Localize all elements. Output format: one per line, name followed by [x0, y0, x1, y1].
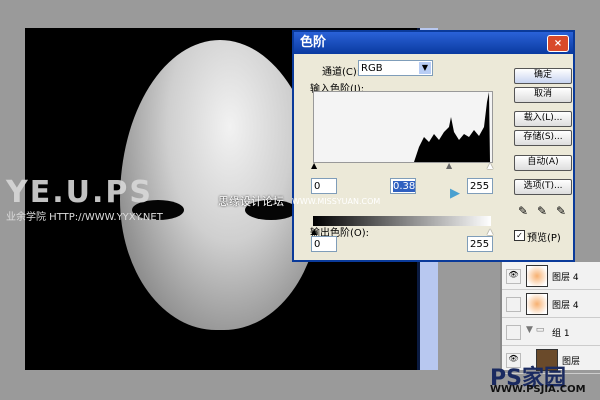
input-gamma-slider[interactable]: ▲: [446, 161, 452, 170]
input-gamma-value: 0.38: [393, 181, 416, 192]
folder-icon: ▼ ▭: [526, 325, 545, 335]
dialog-titlebar[interactable]: 色阶 ×: [294, 32, 573, 54]
channel-label: 通道(C):: [322, 67, 361, 78]
input-gamma-field[interactable]: 0.38: [390, 178, 416, 194]
black-eyedropper-icon[interactable]: ✎: [518, 204, 528, 218]
layer-name: 组 1: [552, 329, 570, 339]
eye-toggle-empty[interactable]: [506, 297, 521, 312]
chevron-down-icon: ▼: [419, 62, 431, 74]
yeups-watermark: YE.U.PS: [6, 175, 153, 210]
input-white-field[interactable]: 255: [467, 178, 493, 194]
psjia-url-watermark: WWW.PSJIA.COM: [490, 384, 586, 395]
white-eyedropper-icon[interactable]: ✎: [556, 204, 566, 218]
save-button[interactable]: 存储(S)...: [514, 130, 572, 146]
output-black-slider[interactable]: ▲: [311, 227, 317, 236]
histogram: [313, 91, 493, 163]
layer-name: 图层 4: [552, 273, 579, 283]
levels-dialog: 色阶 × 通道(C): RGB ▼ 输入色阶(I): ▲ ▲ ▲ 0 0.38 25…: [292, 30, 575, 262]
missyuan-cn-watermark: 思缘设计论坛: [218, 195, 284, 208]
channel-value: RGB: [361, 63, 383, 74]
histogram-graph: [414, 92, 490, 162]
layer-thumbnail: [526, 265, 548, 287]
layers-panel: 👁 图层 4 图层 4 ▼ ▭ 组 1 👁 图层: [500, 262, 600, 374]
preview-checkbox[interactable]: ✓: [514, 230, 525, 241]
output-white-field[interactable]: 255: [467, 236, 493, 252]
load-button[interactable]: 载入(L)...: [514, 111, 572, 127]
preview-label: 预览(P): [527, 233, 561, 244]
input-white-slider[interactable]: ▲: [487, 161, 493, 170]
output-black-field[interactable]: 0: [311, 236, 337, 252]
channel-select[interactable]: RGB ▼: [358, 60, 433, 76]
output-white-slider[interactable]: ▲: [487, 227, 493, 236]
cursor-icon: ▶: [450, 186, 460, 201]
yeups-sub-watermark: 业余学院 HTTP://WWW.YYXY.NET: [6, 212, 163, 223]
auto-button[interactable]: 自动(A): [514, 155, 572, 171]
layer-name: 图层 4: [552, 301, 579, 311]
layer-row[interactable]: 图层 4: [502, 290, 600, 318]
input-black-slider[interactable]: ▲: [311, 161, 317, 170]
eye-toggle-empty[interactable]: [506, 325, 521, 340]
layer-group-row[interactable]: ▼ ▭ 组 1: [502, 318, 600, 346]
gray-eyedropper-icon[interactable]: ✎: [537, 204, 547, 218]
options-button[interactable]: 选项(T)...: [514, 179, 572, 195]
input-black-field[interactable]: 0: [311, 178, 337, 194]
cancel-button[interactable]: 取消: [514, 87, 572, 103]
missyuan-url-watermark: WWW.MISSYUAN.COM: [292, 197, 381, 206]
ok-button[interactable]: 确定: [514, 68, 572, 84]
layer-row[interactable]: 👁 图层 4: [502, 262, 600, 290]
layer-thumbnail: [526, 293, 548, 315]
eye-icon[interactable]: 👁: [506, 269, 521, 284]
output-gradient: [313, 216, 491, 226]
close-button[interactable]: ×: [547, 35, 569, 52]
dialog-title: 色阶: [300, 35, 327, 50]
